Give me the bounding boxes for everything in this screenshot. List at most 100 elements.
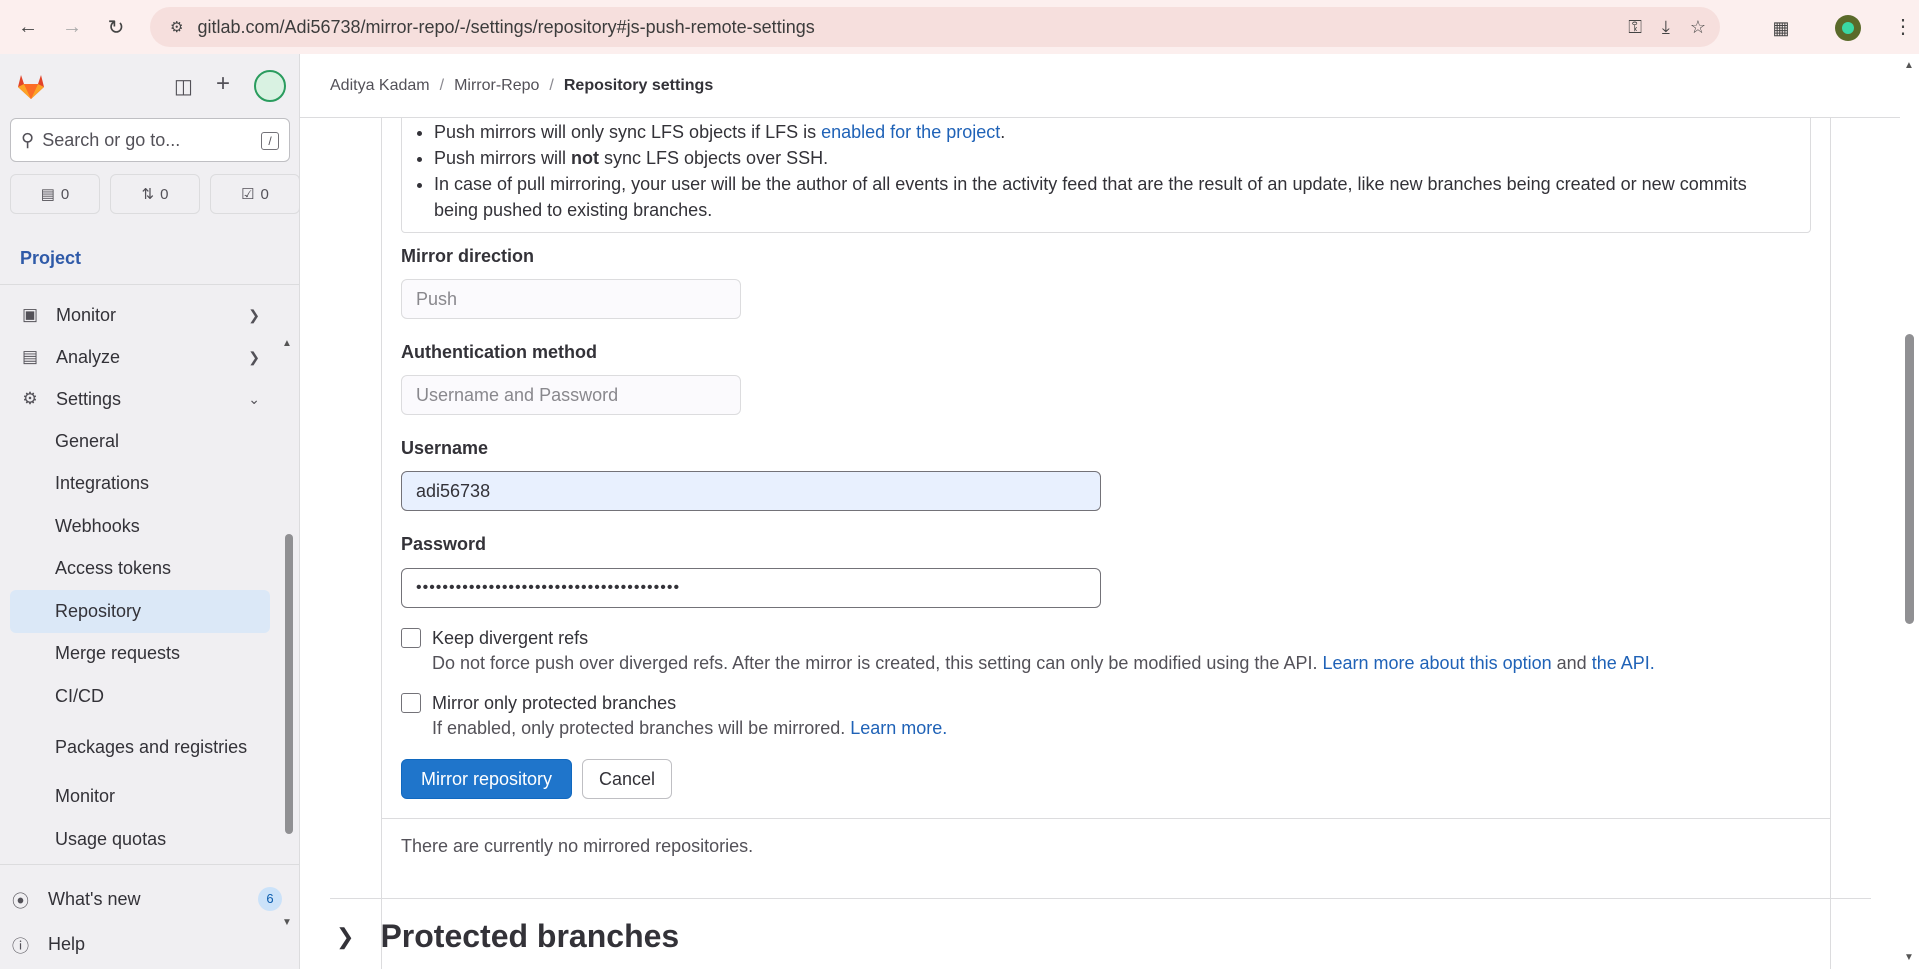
page-scrollbar[interactable]: ▲ ▼ bbox=[1900, 54, 1919, 969]
issues-icon: ▤ bbox=[40, 186, 55, 203]
sidebar-item-monitor-settings[interactable]: Monitor bbox=[0, 776, 280, 819]
sidebar-item-packages-registries[interactable]: Packages and registries bbox=[0, 718, 280, 776]
plus-icon[interactable]: + bbox=[216, 70, 230, 98]
mirror-repository-button[interactable]: Mirror repository bbox=[401, 759, 572, 799]
info-line-lfs: Push mirrors will only sync LFS objects … bbox=[434, 119, 1782, 145]
learn-more-option-link[interactable]: Learn more about this option bbox=[1322, 653, 1551, 673]
breadcrumb-project[interactable]: Mirror-Repo bbox=[454, 77, 539, 95]
back-icon[interactable]: ← bbox=[8, 7, 48, 47]
profile-avatar[interactable] bbox=[1835, 15, 1861, 41]
todo-icon: ☑ bbox=[241, 186, 255, 203]
scroll-up-icon[interactable]: ▲ bbox=[282, 338, 292, 349]
search-input[interactable]: ⚲ Search or go to... / bbox=[10, 118, 290, 162]
sidebar-item-access-tokens[interactable]: Access tokens bbox=[0, 548, 280, 591]
search-icon: ⚲ bbox=[21, 129, 35, 150]
sidebar-item-webhooks[interactable]: Webhooks bbox=[0, 505, 280, 548]
sidebar-item-integrations[interactable]: Integrations bbox=[0, 463, 280, 506]
info-line-ssh: Push mirrors will not sync LFS objects o… bbox=[434, 145, 1782, 171]
keep-divergent-refs-label[interactable]: Keep divergent refs bbox=[432, 626, 1655, 650]
scroll-down-icon[interactable]: ▼ bbox=[282, 917, 292, 928]
keep-divergent-refs-checkbox[interactable] bbox=[401, 628, 421, 648]
auth-method-label: Authentication method bbox=[401, 342, 597, 362]
keep-divergent-refs-help: Do not force push over diverged refs. Af… bbox=[432, 650, 1655, 676]
chevron-right-icon[interactable]: ❯ bbox=[336, 924, 354, 950]
sidebar-item-label: Analyze bbox=[56, 346, 121, 367]
whats-new-link[interactable]: ⦿ What's new 6 bbox=[12, 879, 282, 919]
scrollbar-thumb[interactable] bbox=[1905, 334, 1914, 624]
reload-icon[interactable]: ↻ bbox=[96, 7, 136, 47]
todos-counter[interactable]: ☑ 0 bbox=[210, 174, 300, 214]
sidebar-item-settings[interactable]: ⚙ Settings ⌄ bbox=[0, 378, 280, 420]
issues-count: 0 bbox=[60, 185, 70, 203]
mirror-direction-select[interactable]: Push bbox=[401, 279, 741, 319]
site-info-icon[interactable]: ⚙ bbox=[170, 18, 183, 36]
info-line-pull: In case of pull mirroring, your user wil… bbox=[434, 171, 1782, 223]
install-icon[interactable]: ⤓ bbox=[1662, 17, 1670, 38]
chevron-down-icon: ⌄ bbox=[248, 390, 260, 407]
scroll-up-icon[interactable]: ▲ bbox=[1904, 60, 1914, 71]
auth-method-select[interactable]: Username and Password bbox=[401, 375, 741, 415]
cancel-button[interactable]: Cancel bbox=[582, 759, 672, 799]
compass-icon: ⦿ bbox=[12, 891, 29, 911]
info-text: . bbox=[1000, 122, 1006, 142]
help-label: Help bbox=[48, 933, 86, 954]
whats-new-label: What's new bbox=[48, 888, 141, 909]
scroll-down-icon[interactable]: ▼ bbox=[1904, 952, 1914, 963]
mirror-direction-label: Mirror direction bbox=[401, 246, 535, 266]
protected-branches-checkbox[interactable] bbox=[401, 693, 421, 713]
shortcut-key: / bbox=[261, 132, 279, 150]
info-text: Push mirrors will only sync LFS objects … bbox=[434, 122, 822, 142]
protected-branches-label[interactable]: Mirror only protected branches bbox=[432, 691, 947, 715]
breadcrumb-current[interactable]: Repository settings bbox=[564, 77, 713, 95]
no-mirrors-message: There are currently no mirrored reposito… bbox=[401, 836, 754, 856]
browser-menu-icon[interactable]: ⋮ bbox=[1893, 14, 1913, 39]
gitlab-logo-icon[interactable] bbox=[14, 69, 48, 103]
learn-more-link[interactable]: Learn more. bbox=[850, 718, 947, 738]
help-link[interactable]: ⓘ Help bbox=[12, 924, 282, 964]
todos-count: 0 bbox=[260, 185, 269, 203]
merge-requests-count: 0 bbox=[160, 185, 169, 203]
help-icon: ⓘ bbox=[12, 936, 29, 956]
url-text[interactable]: gitlab.com/Adi56738/mirror-repo/-/settin… bbox=[197, 17, 814, 38]
browser-toolbar: ← → ↻ ⚙ gitlab.com/Adi56738/mirror-repo/… bbox=[0, 0, 1919, 54]
sidebar-item-monitor[interactable]: ▣ Monitor ❯ bbox=[0, 294, 280, 336]
sidebar-header: ◫ + bbox=[0, 54, 299, 118]
address-bar[interactable]: ⚙ gitlab.com/Adi56738/mirror-repo/-/sett… bbox=[150, 7, 1720, 47]
sidebar-item-label: Settings bbox=[56, 388, 122, 409]
section-title[interactable]: Protected branches bbox=[380, 918, 679, 955]
star-icon[interactable]: ☆ bbox=[1690, 17, 1706, 38]
period: . bbox=[1649, 653, 1655, 673]
sidebar-item-repository[interactable]: Repository bbox=[10, 590, 270, 633]
scrollbar-thumb[interactable] bbox=[285, 534, 293, 834]
sidebar-item-general[interactable]: General bbox=[0, 420, 280, 463]
sidebar-scrollbar[interactable]: ▲ ▼ bbox=[282, 284, 298, 928]
info-text: sync LFS objects over SSH. bbox=[599, 148, 829, 168]
sidebar-item-merge-requests[interactable]: Merge requests bbox=[0, 633, 280, 676]
sidebar-nav: ▣ Monitor ❯ ▤ Analyze ❯ ⚙ Settings ⌄ Gen… bbox=[0, 294, 280, 861]
sidebar-toggle-icon[interactable]: ◫ bbox=[174, 74, 193, 99]
extensions-icon[interactable]: ▦ bbox=[1767, 14, 1795, 42]
password-field[interactable]: •••••••••••••••••••••••••••••••••••••••• bbox=[401, 568, 1101, 608]
username-field[interactable]: adi56738 bbox=[401, 471, 1101, 511]
whats-new-badge: 6 bbox=[258, 887, 282, 911]
forward-icon[interactable]: → bbox=[52, 7, 92, 47]
context-title[interactable]: Project bbox=[20, 248, 81, 269]
key-icon[interactable]: ⚿ bbox=[1628, 17, 1642, 38]
protected-branches-option: Mirror only protected branches If enable… bbox=[401, 691, 947, 741]
protected-branches-help: If enabled, only protected branches will… bbox=[432, 715, 947, 741]
panel-divider bbox=[381, 818, 1831, 819]
info-text: Push mirrors will bbox=[434, 148, 572, 168]
sidebar-item-ci-cd[interactable]: CI/CD bbox=[0, 675, 280, 718]
help-text: Do not force push over diverged refs. Af… bbox=[432, 653, 1318, 673]
chevron-right-icon: ❯ bbox=[248, 306, 260, 323]
sidebar-item-label: Monitor bbox=[56, 304, 117, 325]
api-link[interactable]: the API bbox=[1592, 653, 1650, 673]
merge-requests-counter[interactable]: ⇅ 0 bbox=[110, 174, 200, 214]
issues-counter[interactable]: ▤ 0 bbox=[10, 174, 100, 214]
protected-branches-section-header[interactable]: ❯ Protected branches bbox=[336, 918, 679, 955]
user-avatar[interactable] bbox=[254, 70, 286, 102]
sidebar-item-usage-quotas[interactable]: Usage quotas bbox=[0, 818, 280, 861]
sidebar-item-analyze[interactable]: ▤ Analyze ❯ bbox=[0, 336, 280, 378]
enabled-for-project-link[interactable]: enabled for the project bbox=[821, 122, 1000, 142]
breadcrumb-user[interactable]: Aditya Kadam bbox=[330, 77, 430, 95]
